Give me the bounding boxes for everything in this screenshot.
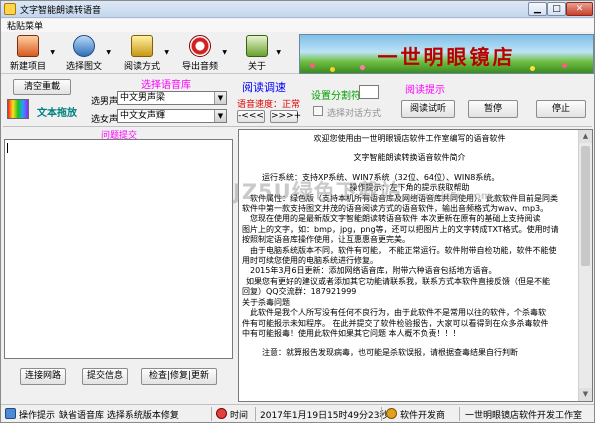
close-button[interactable]: ✕ [566, 2, 593, 16]
read-mode-button[interactable]: ▼ 阅读方式 [117, 33, 169, 73]
content-line: 用时可续您使用的电脑系统进行修复。 [242, 256, 378, 266]
content-line: 文字智能朗读转换语音软件简介 [353, 153, 466, 163]
content-line: 如果您有更好的建议或者添加其它功能请联系我，联系方式本软件直接反馈（但是不能 [246, 276, 550, 286]
color-palette-icon[interactable] [7, 99, 29, 119]
read-preview-button[interactable]: 阅读试听 [401, 100, 455, 118]
problem-input-area[interactable] [4, 139, 233, 359]
shop-banner: 一世明眼镜店 [299, 34, 594, 74]
status-dev-value: 一世明眼镜店软件开发工作室 [465, 411, 583, 421]
content-line: 件有可能报示未知程序。 在此并提交了软件检验报告，大家可以看得到在众多杀毒软件 [242, 318, 549, 328]
male-voice-value: 中文男声梁 [120, 93, 166, 103]
export-audio-icon [189, 35, 211, 57]
watermark-text: JZ5U绿色下载站 [233, 180, 402, 204]
connect-network-button[interactable]: 连接网路 [20, 368, 66, 385]
about-icon [246, 35, 268, 57]
status-tip-label: 操作提示 [19, 411, 56, 421]
chevron-down-icon: ▼ [214, 92, 226, 104]
panel-divider [3, 126, 592, 127]
menu-paste[interactable]: 粘贴菜单 [7, 19, 43, 32]
clear-reload-button[interactable]: 清空重載 [13, 79, 71, 95]
status-divider [255, 407, 256, 421]
content-line: 此软件是我个人所写没有任何不良行为，由于此软件不是常用以往的软件，个杀毒软 [250, 308, 546, 318]
menu-bar: 粘贴菜单 [1, 19, 594, 32]
select-image-icon [73, 35, 95, 57]
dialog-mode-checkbox[interactable] [313, 106, 323, 116]
toolbar-label: 新建项目 [9, 62, 46, 72]
maximize-button[interactable]: □ [547, 2, 566, 16]
watermark: JZ5U绿色下载站 www.jz5u.com [233, 176, 491, 206]
about-button[interactable]: ▼ 关于 [235, 33, 281, 73]
tip-icon [5, 408, 16, 419]
scroll-down-icon[interactable]: ▼ [579, 388, 592, 401]
submit-info-button[interactable]: 提交信息 [82, 368, 128, 385]
app-window: 文字智能朗读转语音 ▁ □ ✕ 粘贴菜单 ▼ 新建项目 ▼ 选择图文 ▼ 阅读方… [0, 0, 595, 423]
dialog-mode-label: 选择对话方式 [327, 109, 382, 119]
chevron-down-icon: ▼ [276, 49, 281, 56]
female-voice-select[interactable]: 中文女声輝 ▼ [117, 109, 227, 123]
status-divider [381, 407, 382, 421]
clock-icon [216, 408, 227, 419]
toolbar-label: 导出音频 [181, 62, 218, 72]
stop-button[interactable]: 停止 [536, 100, 586, 118]
content-line: 图片上的文字，如：bmp，jpg，png等，还可以把图片上的文字转成TXT格式。… [242, 224, 559, 234]
speed-status: 语音速度：正常 [237, 100, 301, 110]
content-line: 欢迎您使用由一世明眼镜店软件工作室编写的语音软件 [313, 134, 506, 143]
scroll-thumb[interactable] [581, 146, 590, 266]
status-divider [211, 407, 212, 421]
female-voice-label: 选女声 [91, 115, 119, 125]
title-bar[interactable]: 文字智能朗读转语音 ▁ □ ✕ [1, 1, 594, 18]
content-line: 回复）QQ交流群：187921999 [242, 287, 357, 297]
chevron-down-icon: ▼ [50, 49, 55, 56]
male-voice-label: 选男声 [91, 97, 119, 107]
content-scrollbar[interactable]: ▲ ▼ [578, 130, 592, 401]
app-icon [4, 3, 16, 15]
read-tip-title: 阅读提示 [405, 85, 445, 96]
chevron-down-icon: ▼ [106, 49, 111, 56]
content-line: 中有可能报毒！使用此软件如果其它问题 本人概不负责！！！ [242, 328, 461, 338]
status-divider [459, 407, 460, 421]
content-text: 欢迎您使用由一世明眼镜店软件工作室编写的语音软件 文字智能朗读转换语音软件简介 … [242, 134, 577, 359]
status-time-value: 2017年1月19日15时49分23秒 [260, 411, 389, 421]
content-line: 由于电脑系统版本不同，软件有可能， 不能正常运行。软件附带自检功能，软件不能使 [250, 245, 557, 255]
banner-title: 一世明眼镜店 [377, 45, 516, 69]
content-text-area[interactable]: 欢迎您使用由一世明眼镜店软件工作室编写的语音软件 文字智能朗读转换语音软件简介 … [238, 129, 593, 402]
text-drop-label: 文本拖放 [37, 108, 77, 119]
watermark-url: www.jz5u.com [410, 191, 492, 202]
content-line: 2015年3月6日更新：添加网络语音库，附带六种语音包括地方语音。 [250, 266, 497, 276]
voice-library-title: 选择语音库 [141, 80, 191, 91]
status-time-label: 时间 [230, 411, 249, 421]
male-voice-select[interactable]: 中文男声梁 ▼ [117, 91, 227, 105]
toolbar-label: 阅读方式 [123, 62, 160, 72]
status-dev-label: 软件开发商 [400, 411, 446, 421]
content-line: 注意：就算报告发现病毒，也可能是杀软误报，请根据查毒结果自行判断 [262, 348, 518, 358]
read-mode-icon [131, 35, 153, 57]
chevron-down-icon: ▼ [222, 49, 227, 56]
new-project-icon [17, 35, 39, 57]
scroll-up-icon[interactable]: ▲ [579, 130, 592, 143]
export-audio-button[interactable]: ▼ 导出音频 [175, 33, 227, 73]
content-line: 关于杀毒问题 [242, 297, 290, 307]
chevron-down-icon: ▼ [164, 49, 169, 56]
text-cursor [7, 143, 8, 153]
speed-down-button[interactable]: -<<< [237, 110, 265, 123]
select-image-button[interactable]: ▼ 选择图文 [59, 33, 111, 73]
content-line: 按照制定语音库操作使用，让互惠惠音更完美。 [242, 235, 410, 245]
female-voice-value: 中文女声輝 [120, 111, 166, 121]
chevron-down-icon: ▼ [214, 110, 226, 122]
toolbar-label: 关于 [247, 62, 266, 72]
status-bar: 操作提示 缺省语音库 选择系统版本修复 时间 2017年1月19日15时49分2… [1, 404, 594, 422]
separator-setting-label: 设置分割符 [311, 91, 361, 102]
status-tip-text: 缺省语音库 选择系统版本修复 [59, 411, 179, 421]
check-repair-update-button[interactable]: 检查|修复|更新 [141, 368, 217, 385]
toolbar-label: 选择图文 [65, 62, 102, 72]
content-line: 您现在使用的是最新版文字智能朗读转语音软件 本次更新在原有的基础上支持阅读 [250, 214, 541, 224]
developer-icon [386, 408, 397, 419]
new-project-button[interactable]: ▼ 新建项目 [3, 33, 55, 73]
speed-up-button[interactable]: >>>+ [270, 110, 301, 123]
separator-input[interactable] [359, 85, 379, 99]
speed-adjust-title: 阅读调速 [242, 81, 286, 94]
minimize-button[interactable]: ▁ [528, 2, 547, 16]
window-title: 文字智能朗读转语音 [20, 6, 102, 16]
pause-button[interactable]: 暂停 [468, 100, 518, 118]
